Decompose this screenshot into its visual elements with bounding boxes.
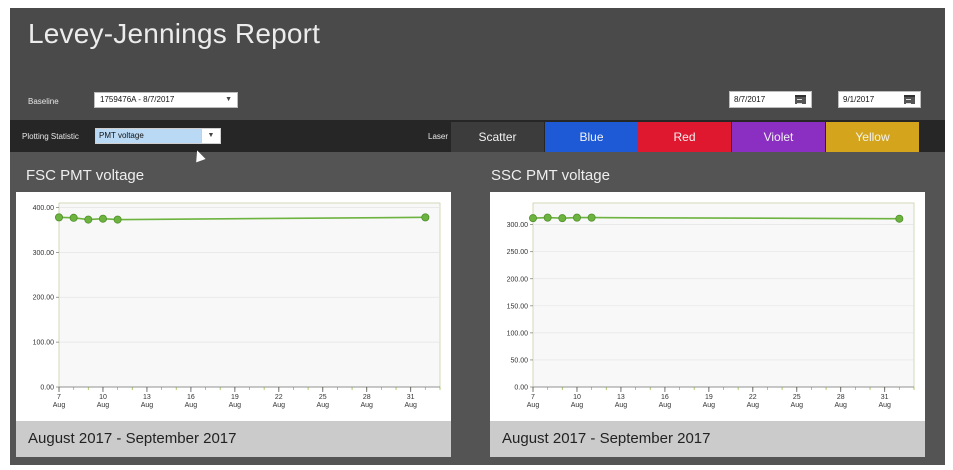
baseline-select[interactable]: 1759476A - 8/7/2017 ▼: [94, 92, 238, 108]
y-tick-label: 200.00: [507, 276, 529, 283]
y-tick-label: 150.00: [507, 303, 529, 310]
x-tick-label: 19: [705, 394, 713, 401]
plotting-statistic-label: Plotting Statistic: [22, 132, 79, 141]
x-tick-label: 10: [99, 394, 107, 401]
data-point[interactable]: [98, 214, 107, 223]
chevron-down-icon: ▼: [225, 96, 232, 103]
data-point[interactable]: [84, 215, 93, 224]
x-tick-month-label: Aug: [141, 402, 154, 409]
chevron-down-icon: ▼: [201, 129, 220, 143]
fsc-chart-card: 0.00 100.00 200.00 300.00 400.00 7 Aug 10 Aug 13 A…: [16, 192, 451, 457]
data-point[interactable]: [587, 213, 596, 222]
end-date-value: 9/1/2017: [843, 95, 875, 104]
data-point[interactable]: [895, 214, 904, 223]
x-tick-label: 10: [573, 394, 581, 401]
x-tick-month-label: Aug: [659, 402, 672, 409]
x-tick-label: 31: [407, 394, 415, 401]
data-point[interactable]: [55, 213, 64, 222]
report-header: Levey-Jennings Report Baseline 1759476A …: [10, 8, 945, 120]
fsc-panel-title: FSC PMT voltage: [26, 167, 145, 184]
x-tick-month-label: Aug: [878, 402, 891, 409]
x-tick-month-label: Aug: [317, 402, 330, 409]
x-tick-label: 13: [617, 394, 625, 401]
y-tick-label: 100.00: [507, 330, 529, 337]
ssc-panel-title: SSC PMT voltage: [491, 167, 610, 184]
x-tick-label: 25: [319, 394, 327, 401]
x-tick-month-label: Aug: [97, 402, 110, 409]
data-point[interactable]: [543, 213, 552, 222]
ssc-chart-card: 0.00 50.00 100.00 150.00 200.00 250.00 300.00 7…: [490, 192, 925, 457]
y-tick-label: 300.00: [33, 250, 55, 257]
x-tick-label: 16: [661, 394, 669, 401]
data-point[interactable]: [529, 214, 538, 223]
laser-red-button[interactable]: Red: [638, 122, 731, 152]
x-tick-month-label: Aug: [229, 402, 242, 409]
x-tick-label: 19: [231, 394, 239, 401]
laser-yellow-button[interactable]: Yellow: [826, 122, 919, 152]
mouse-cursor-icon: [192, 148, 206, 163]
y-tick-label: 200.00: [33, 295, 55, 302]
laser-label: Laser: [428, 132, 449, 141]
x-tick-month-label: Aug: [53, 402, 66, 409]
x-tick-month-label: Aug: [360, 402, 373, 409]
x-tick-month-label: Aug: [404, 402, 417, 409]
plot-area: [532, 202, 915, 388]
x-tick-label: 25: [793, 394, 801, 401]
x-tick-month-label: Aug: [834, 402, 847, 409]
x-tick-label: 22: [749, 394, 757, 401]
calendar-icon[interactable]: [904, 95, 915, 104]
data-point[interactable]: [69, 213, 78, 222]
y-tick-label: 0.00: [40, 385, 54, 392]
x-tick-month-label: Aug: [185, 402, 198, 409]
data-point[interactable]: [113, 215, 122, 224]
start-date-input[interactable]: 8/7/2017: [729, 91, 812, 108]
x-tick-label: 22: [275, 394, 283, 401]
page-title: Levey-Jennings Report: [28, 18, 321, 49]
x-tick-label: 7: [57, 394, 61, 401]
app-window: Levey-Jennings Report Baseline 1759476A …: [10, 8, 945, 465]
ssc-chart-footer: August 2017 - September 2017: [490, 421, 925, 457]
y-tick-label: 0.00: [514, 385, 528, 392]
x-tick-month-label: Aug: [791, 402, 804, 409]
filter-toolbar: Plotting Statistic PMT voltage ▼ Laser S…: [10, 120, 945, 163]
x-tick-month-label: Aug: [615, 402, 628, 409]
y-tick-label: 250.00: [507, 249, 529, 256]
start-date-value: 8/7/2017: [734, 95, 766, 104]
x-tick-label: 28: [363, 394, 371, 401]
fsc-chart-footer: August 2017 - September 2017: [16, 421, 451, 457]
baseline-label: Baseline: [28, 97, 59, 106]
data-point[interactable]: [558, 214, 567, 223]
x-tick-label: 16: [187, 394, 195, 401]
y-tick-label: 50.00: [510, 357, 528, 364]
y-tick-label: 400.00: [33, 205, 55, 212]
baseline-value: 1759476A - 8/7/2017: [100, 95, 175, 104]
laser-violet-button[interactable]: Violet: [732, 122, 825, 152]
x-tick-month-label: Aug: [273, 402, 286, 409]
x-tick-month-label: Aug: [703, 402, 716, 409]
fsc-chart: 0.00100.00200.00300.00400.007Aug10Aug13A…: [33, 202, 441, 409]
x-tick-month-label: Aug: [571, 402, 584, 409]
y-tick-label: 300.00: [507, 222, 529, 229]
plot-area: [58, 202, 441, 388]
laser-scatter-button[interactable]: Scatter: [451, 122, 544, 152]
x-tick-month-label: Aug: [527, 402, 540, 409]
x-tick-month-label: Aug: [747, 402, 760, 409]
data-point[interactable]: [421, 213, 430, 222]
calendar-icon[interactable]: [795, 95, 806, 104]
y-tick-label: 100.00: [33, 340, 55, 347]
plotting-statistic-value: PMT voltage: [99, 131, 144, 140]
x-tick-label: 7: [531, 394, 535, 401]
x-tick-label: 28: [837, 394, 845, 401]
plotting-statistic-select[interactable]: PMT voltage ▼: [95, 128, 221, 144]
end-date-input[interactable]: 9/1/2017: [838, 91, 921, 108]
x-tick-label: 13: [143, 394, 151, 401]
ssc-chart: 0.00 50.00 100.00 150.00 200.00 250.00 300.00 7…: [507, 202, 915, 409]
data-point[interactable]: [572, 213, 581, 222]
x-tick-label: 31: [881, 394, 889, 401]
laser-blue-button[interactable]: Blue: [545, 122, 638, 152]
